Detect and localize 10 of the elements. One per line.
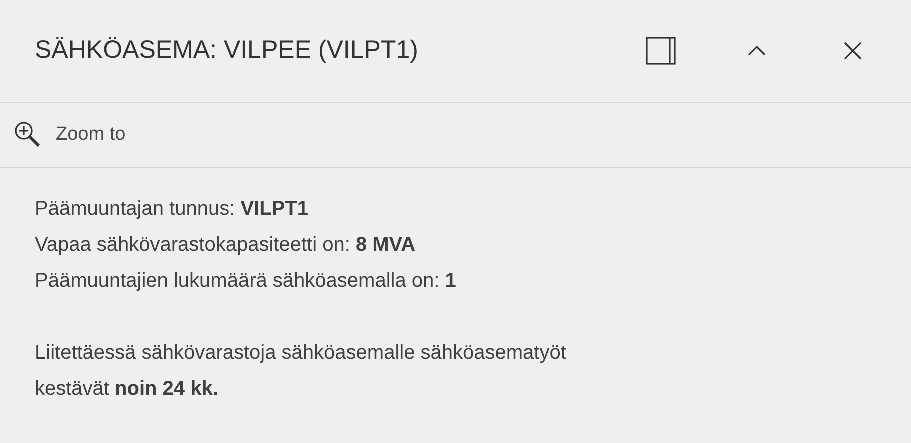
attribute-line: Vapaa sähkövarastokapasiteetti on: 8 MVA <box>35 233 417 258</box>
chevron-up-icon <box>748 46 766 56</box>
popup-title: SÄHKÖASEMA: VILPEE (VILPT1) <box>35 35 420 66</box>
attribute-line: Päämuuntajan tunnus: VILPT1 <box>35 197 310 222</box>
zoom-in-icon <box>14 121 42 149</box>
dock-panel-icon <box>646 37 676 65</box>
note-paragraph: Liitettäessä sähkövarastoja sähköasemalle sähköasematyöt kestävät noin 24 kk. <box>35 341 568 402</box>
zoom-to-button[interactable]: Zoom to <box>14 120 126 150</box>
close-icon <box>844 42 862 60</box>
attribute-line: Päämuuntajien lukumäärä sähköasemalla on: 1 <box>35 269 458 294</box>
